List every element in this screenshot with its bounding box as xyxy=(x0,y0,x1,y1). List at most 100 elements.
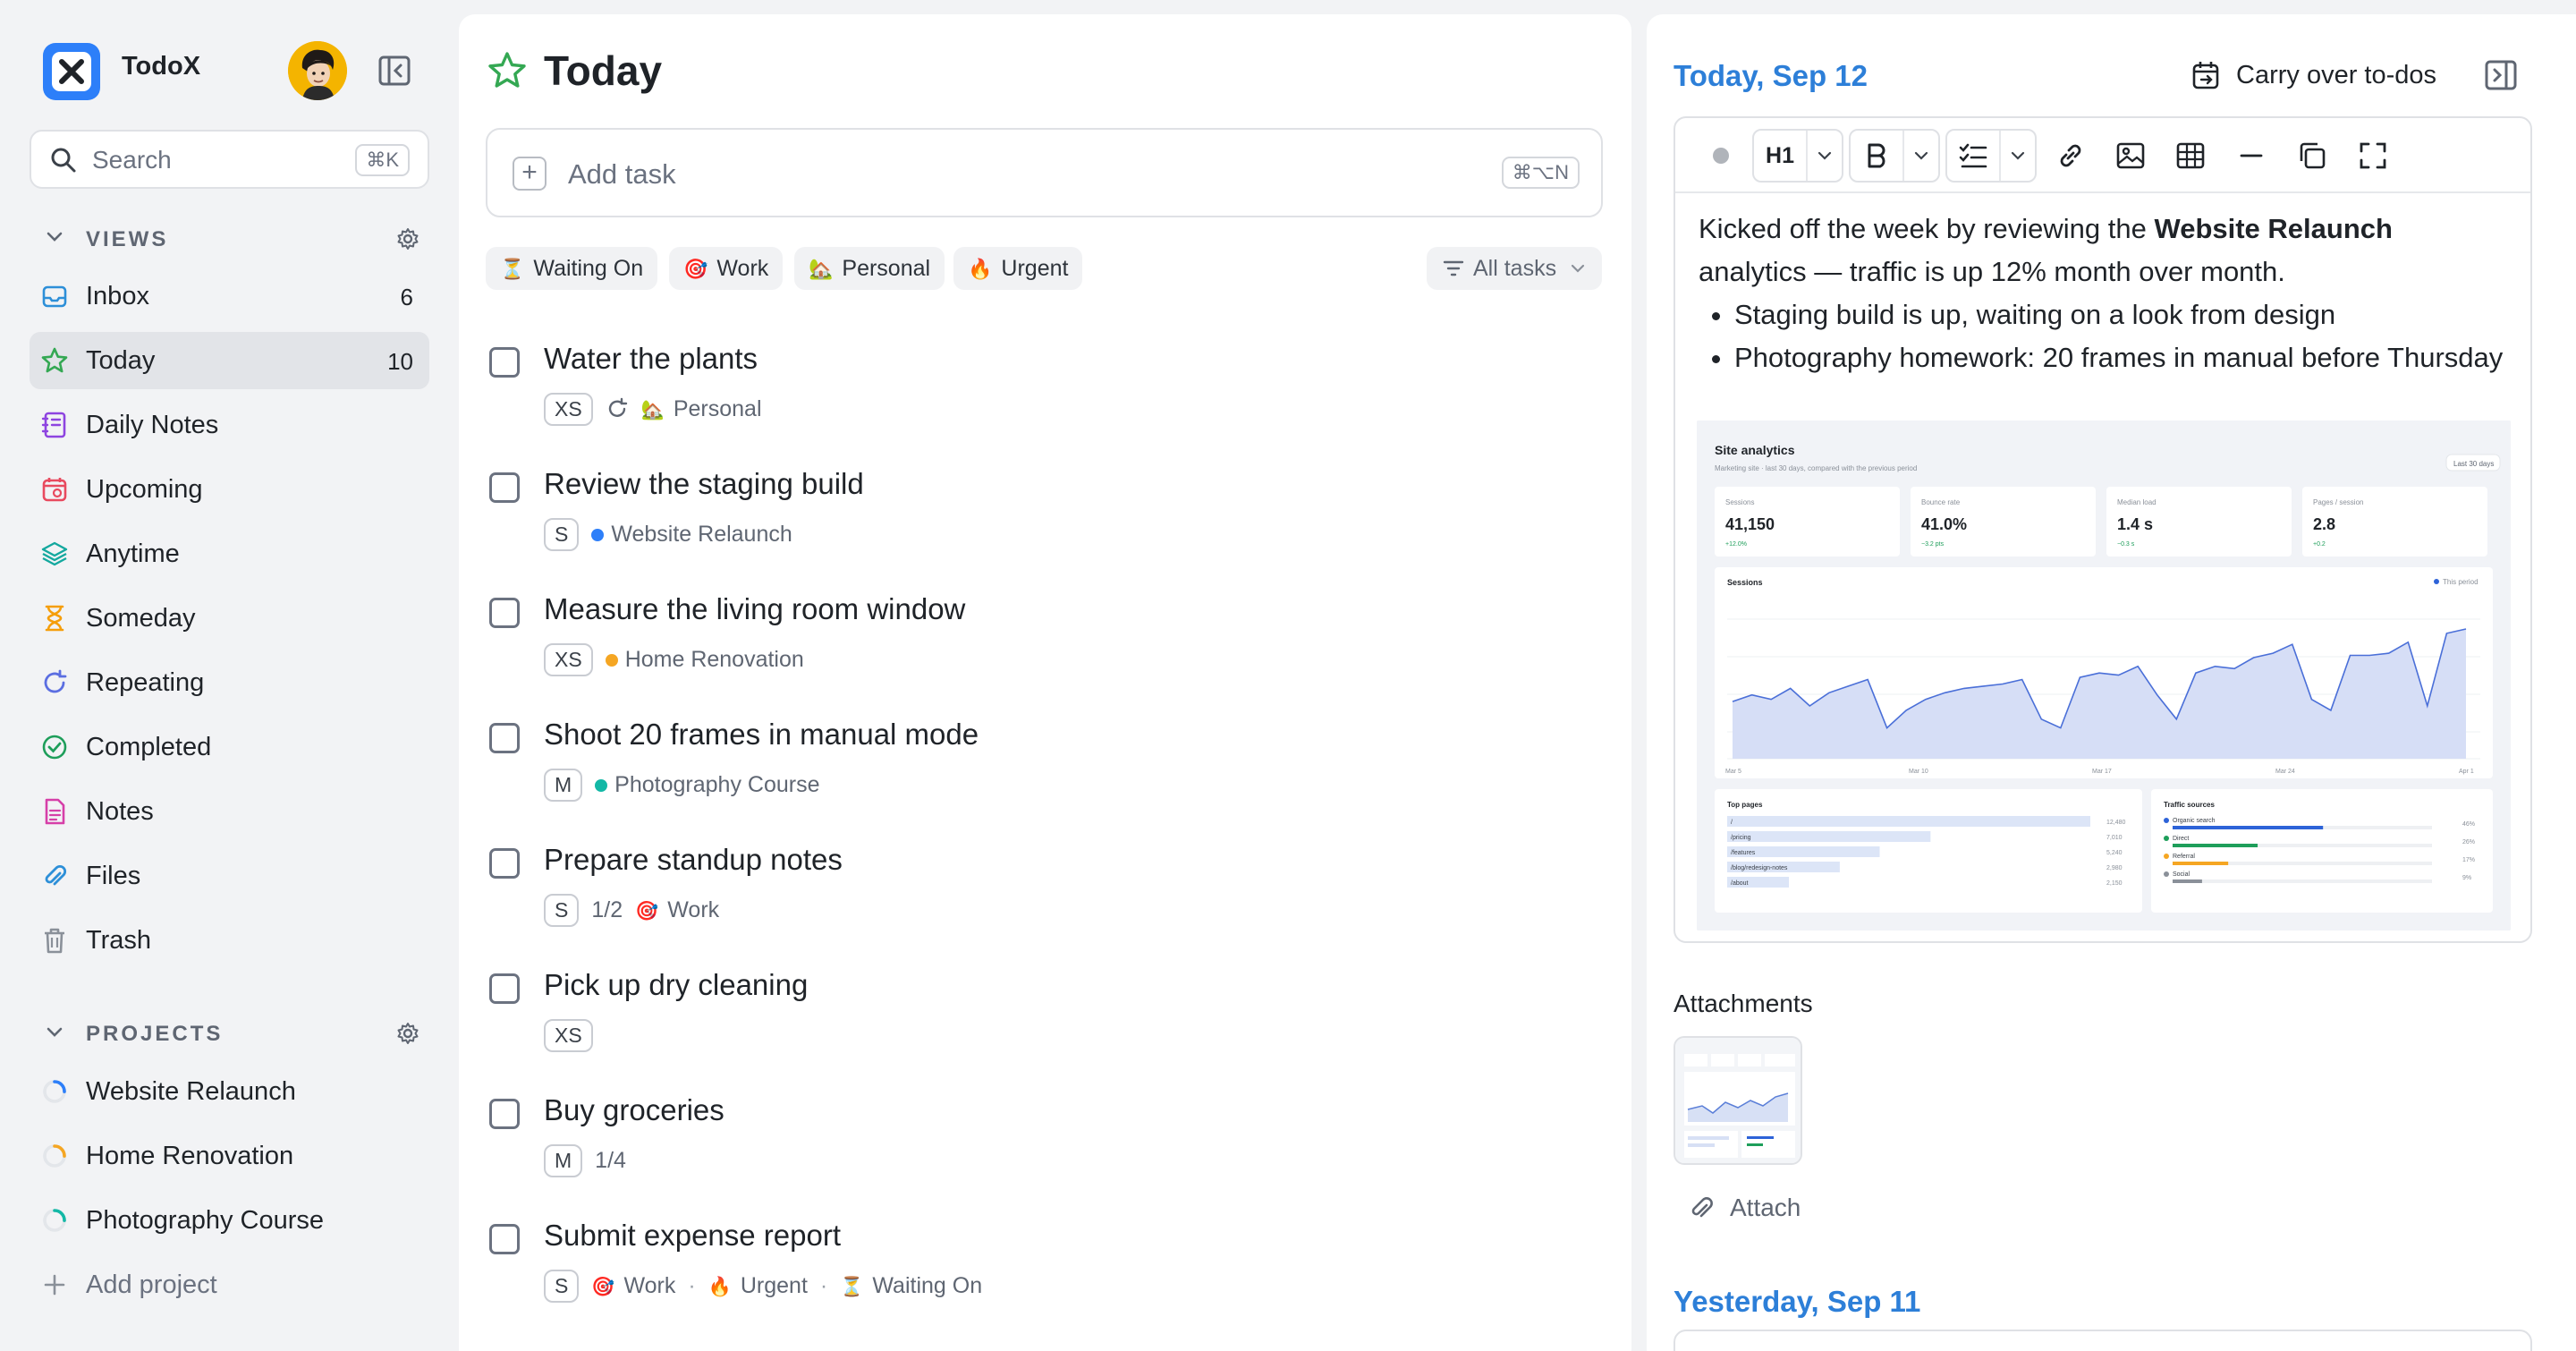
link-icon[interactable] xyxy=(2055,140,2087,172)
search-icon xyxy=(51,148,76,173)
task-row[interactable]: Buy groceries M 1/4 xyxy=(486,1088,1604,1213)
project-item-website-relaunch[interactable]: Website Relaunch xyxy=(30,1063,429,1120)
task-title[interactable]: Water the plants xyxy=(544,342,758,376)
list-dropdown[interactable] xyxy=(1999,131,2035,181)
carry-over-button[interactable]: Carry over to-dos xyxy=(2191,55,2436,95)
fullscreen-icon[interactable] xyxy=(2357,140,2389,172)
sidebar-item-files[interactable]: Files xyxy=(30,847,429,905)
sidebar-item-completed[interactable]: Completed xyxy=(30,718,429,776)
copy-icon[interactable] xyxy=(2296,140,2328,172)
task-checkbox[interactable] xyxy=(489,1099,520,1129)
bold-button[interactable] xyxy=(1851,131,1902,181)
all-tasks-dropdown[interactable]: All tasks xyxy=(1427,247,1602,290)
task-checkbox[interactable] xyxy=(489,848,520,879)
task-title[interactable]: Prepare standup notes xyxy=(544,843,843,877)
sidebar-item-inbox[interactable]: Inbox 6 xyxy=(30,268,429,325)
sidebar-item-repeating[interactable]: Repeating xyxy=(30,654,429,711)
task-checkbox[interactable] xyxy=(489,723,520,753)
image-icon[interactable] xyxy=(2114,140,2147,172)
project-item-home-renovation[interactable]: Home Renovation xyxy=(30,1127,429,1185)
table-icon[interactable] xyxy=(2174,140,2207,172)
heading-dropdown[interactable] xyxy=(1806,131,1842,181)
task-tag[interactable]: 🎯 Work xyxy=(591,1273,675,1299)
tag-filter-waiting-on[interactable]: ⏳ Waiting On xyxy=(486,247,658,290)
views-settings-button[interactable] xyxy=(395,226,420,256)
task-checkbox[interactable] xyxy=(489,1224,520,1254)
collapse-sidebar-button[interactable] xyxy=(377,54,411,88)
daily-note-date[interactable]: Today, Sep 12 xyxy=(1674,59,1868,93)
format-dropdown[interactable] xyxy=(1902,131,1938,181)
heading-button[interactable]: H1 xyxy=(1754,131,1806,181)
sidebar-item-label: Files xyxy=(86,862,141,890)
attach-button[interactable]: Attach xyxy=(1689,1194,1801,1222)
project-color-dot xyxy=(595,778,608,792)
sidebar-item-someday[interactable]: Someday xyxy=(30,590,429,647)
task-tag[interactable]: 🔥 Urgent xyxy=(708,1273,808,1299)
close-panel-button[interactable] xyxy=(2483,57,2519,93)
note-bullet: Photography homework: 20 frames in manua… xyxy=(1734,336,2504,379)
add-task-input[interactable]: Add task xyxy=(568,158,676,191)
project-item-photography-course[interactable]: Photography Course xyxy=(30,1192,429,1249)
trash-icon xyxy=(45,928,64,954)
task-row[interactable]: Water the plants XS 🏡 Personal xyxy=(486,336,1604,462)
task-project[interactable]: Website Relaunch xyxy=(591,522,792,548)
task-row[interactable]: Review the staging build S Website Relaunc… xyxy=(486,462,1604,587)
task-tag-label: Urgent xyxy=(740,1272,808,1298)
task-tag[interactable]: ⏳ Waiting On xyxy=(840,1273,982,1299)
sidebar-item-notes[interactable]: Notes xyxy=(30,783,429,840)
task-checkbox[interactable] xyxy=(489,472,520,503)
top-page-value: 5,240 xyxy=(2106,850,2123,856)
task-title[interactable]: Shoot 20 frames in manual mode xyxy=(544,718,979,752)
avatar[interactable] xyxy=(288,41,347,100)
traffic-source-pct: 9% xyxy=(2462,875,2471,881)
sidebar-item-upcoming[interactable]: Upcoming xyxy=(30,461,429,518)
checklist-button[interactable] xyxy=(1947,131,1999,181)
sidebar-item-count: 10 xyxy=(387,348,413,375)
attachment-thumbnail[interactable] xyxy=(1674,1036,1802,1165)
task-project[interactable]: Photography Course xyxy=(595,772,819,798)
task-project-label: Website Relaunch xyxy=(611,521,792,547)
task-row[interactable]: Prepare standup notes S 1/2 🎯 Work xyxy=(486,837,1604,963)
task-title[interactable]: Pick up dry cleaning xyxy=(544,968,808,1002)
add-project-button[interactable]: Add project xyxy=(30,1256,429,1313)
divider-icon[interactable] xyxy=(2235,140,2267,172)
task-meta: M 1/4 xyxy=(544,1142,626,1179)
task-row[interactable]: Measure the living room window XS Home Ren… xyxy=(486,587,1604,712)
task-title[interactable]: Measure the living room window xyxy=(544,592,965,626)
add-task-field[interactable]: + Add task ⌘⌥N xyxy=(486,128,1603,217)
note-editor[interactable]: H1 Kicked off the week by reviewing the … xyxy=(1674,116,2532,943)
tag-filter-personal[interactable]: 🏡 Personal xyxy=(794,247,945,290)
search-box[interactable]: Search ⌘K xyxy=(30,130,429,189)
sidebar-item-anytime[interactable]: Anytime xyxy=(30,525,429,582)
tag-filter-urgent[interactable]: 🔥 Urgent xyxy=(953,247,1083,290)
sidebar-item-today[interactable]: Today 10 xyxy=(30,332,429,389)
sidebar-item-daily-notes[interactable]: Daily Notes xyxy=(30,396,429,454)
task-title[interactable]: Review the staging build xyxy=(544,467,864,501)
views-collapse-toggle[interactable] xyxy=(45,227,64,251)
previous-note-editor[interactable] xyxy=(1674,1330,2532,1351)
task-title[interactable]: Buy groceries xyxy=(544,1093,724,1127)
search-input[interactable]: Search xyxy=(92,146,172,174)
kpi-label: Sessions xyxy=(1725,498,1754,506)
note-content[interactable]: Kicked off the week by reviewing the Web… xyxy=(1699,208,2504,379)
task-checkbox[interactable] xyxy=(489,973,520,1004)
traffic-source-bar xyxy=(2173,844,2258,847)
previous-note-date[interactable]: Yesterday, Sep 11 xyxy=(1674,1285,1920,1319)
dashboard-title: Site analytics xyxy=(1715,443,1795,457)
task-tag[interactable]: 🎯 Work xyxy=(635,897,719,923)
task-row[interactable]: Pick up dry cleaning XS xyxy=(486,963,1604,1088)
projects-collapse-toggle[interactable] xyxy=(45,1023,64,1047)
tag-filter-work[interactable]: 🎯 Work xyxy=(669,247,784,290)
sidebar-item-trash[interactable]: Trash xyxy=(30,912,429,969)
task-checkbox[interactable] xyxy=(489,347,520,378)
views-header: VIEWS xyxy=(86,227,169,251)
task-tag[interactable]: 🏡 Personal xyxy=(641,396,762,422)
task-checkbox[interactable] xyxy=(489,598,520,628)
task-title[interactable]: Submit expense report xyxy=(544,1219,841,1253)
embedded-analytics-screenshot[interactable]: Site analytics Marketing site · last 30 d… xyxy=(1697,421,2511,930)
projects-settings-button[interactable] xyxy=(395,1021,420,1050)
task-row[interactable]: Submit expense report S 🎯 Work · 🔥 Urgent · ⏳ Wai… xyxy=(486,1213,1604,1338)
task-project[interactable]: Home Renovation xyxy=(605,647,804,673)
task-row[interactable]: Shoot 20 frames in manual mode M Photograp… xyxy=(486,712,1604,837)
list-group xyxy=(1945,129,2037,183)
